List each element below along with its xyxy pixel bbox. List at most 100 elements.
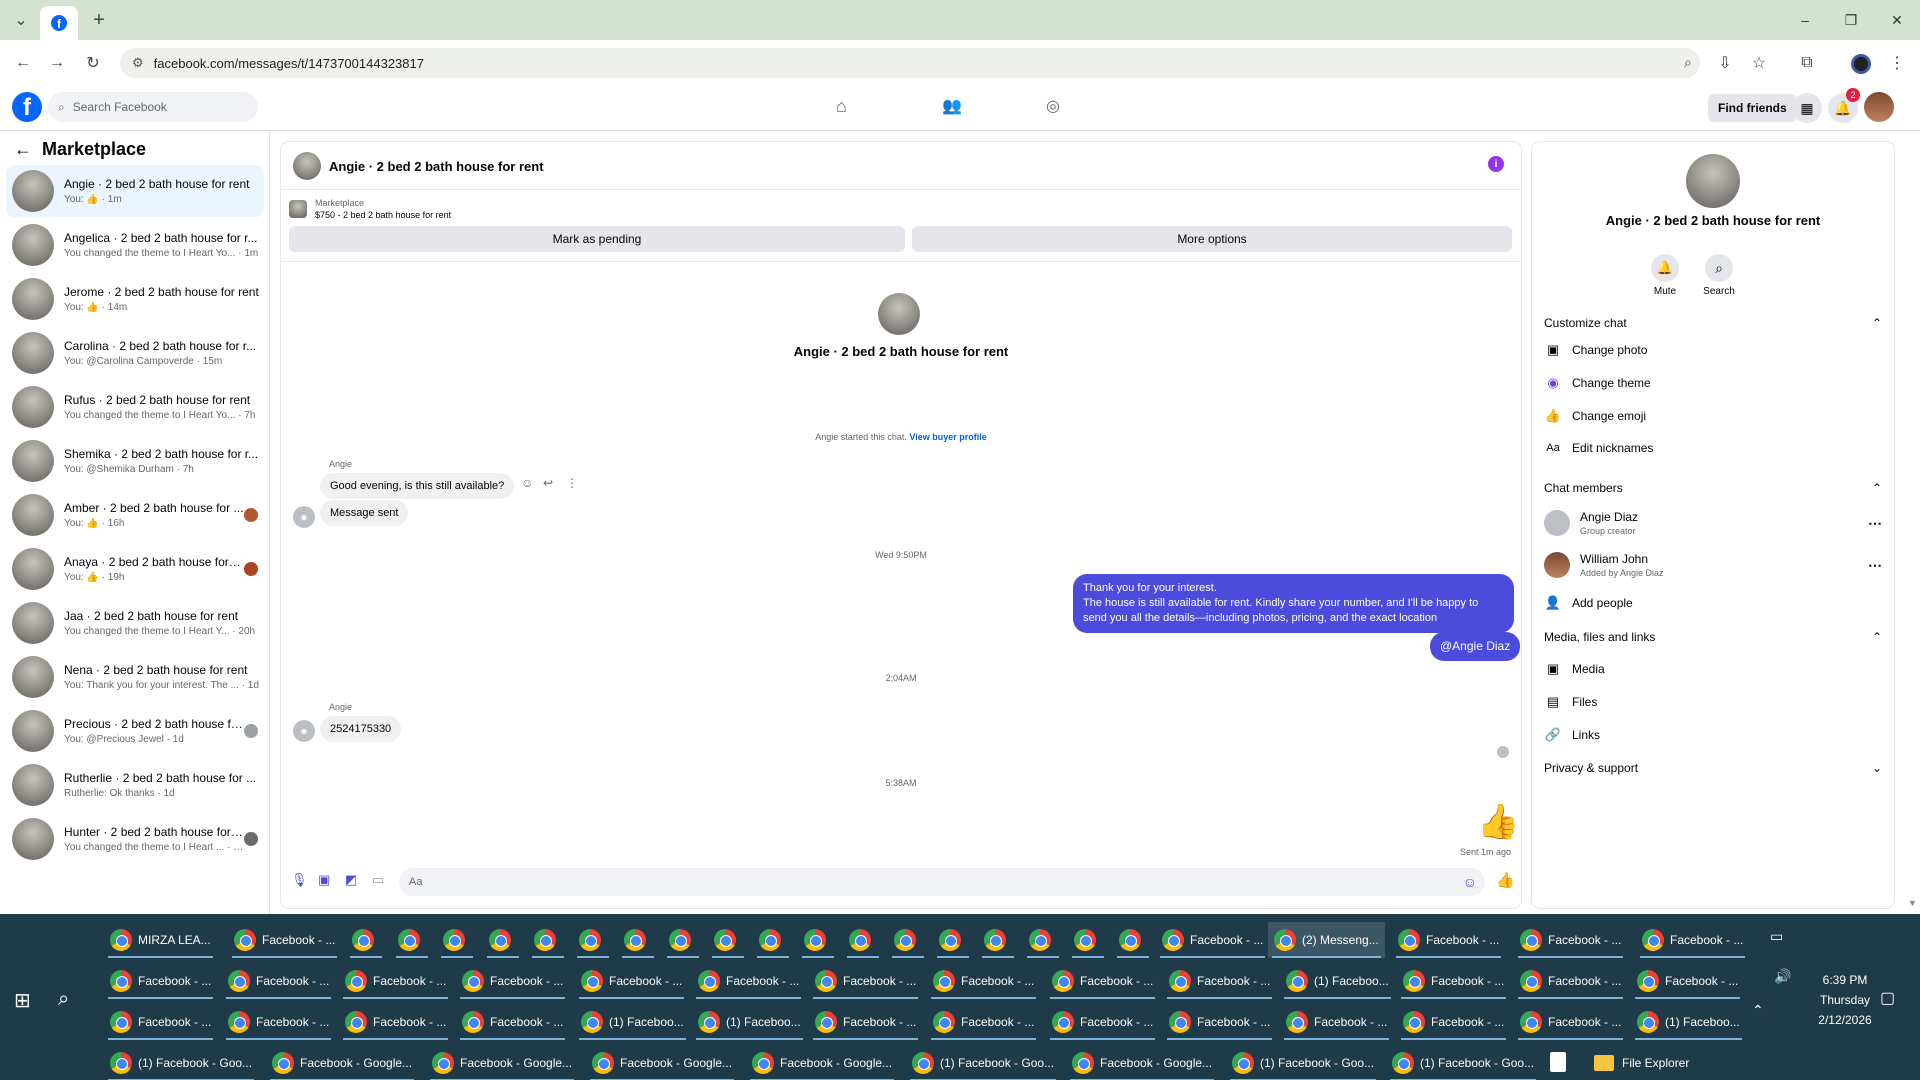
site-info-icon[interactable]: ⚙ (132, 55, 144, 71)
install-app-icon[interactable]: ⇩ (1708, 46, 1742, 80)
new-tab-icon[interactable]: + (82, 3, 116, 37)
conversation-item[interactable]: Rufus · 2 bed 2 bath house for rent You c… (6, 381, 264, 433)
sender-avatar[interactable]: ● (293, 506, 315, 528)
conversation-item[interactable]: Jerome · 2 bed 2 bath house for rent You:… (6, 273, 264, 325)
taskbar-chrome-window[interactable]: Facebook - ... (104, 1004, 217, 1040)
member-row[interactable]: William John Added by Angie Diaz ⋯ (1544, 552, 1882, 578)
media-files-section[interactable]: Media, files and links ⌃ (1544, 630, 1882, 644)
bookmark-star-icon[interactable]: ☆ (1742, 46, 1776, 80)
taskbar-chrome-window[interactable]: Facebook - ... (339, 963, 452, 999)
media-item[interactable]: ▣ Media (1544, 661, 1605, 677)
friends-icon[interactable]: 👥 (942, 96, 962, 116)
taskbar-chrome-window[interactable]: Facebook - ... (692, 963, 805, 999)
taskbar-chrome-window[interactable] (483, 922, 523, 958)
taskbar-chrome-window[interactable]: Facebook - ... (927, 963, 1040, 999)
listing-banner[interactable]: Marketplace $750 - 2 bed 2 bath house fo… (289, 198, 451, 220)
search-facebook-input[interactable]: ⌕ Search Facebook (48, 92, 258, 122)
message-bubble[interactable]: 2524175330 (320, 716, 402, 742)
taskbar-chrome-window[interactable]: Facebook - ... (1280, 1004, 1393, 1040)
taskbar-chrome-window[interactable]: Facebook - ... (1397, 1004, 1510, 1040)
home-icon[interactable]: ⌂ (836, 96, 847, 117)
chat-title[interactable]: Angie · 2 bed 2 bath house for rent (329, 159, 544, 174)
taskbar-chrome-window[interactable] (528, 922, 568, 958)
member-more-icon[interactable]: ⋯ (1868, 515, 1882, 532)
message-bubble[interactable]: Message sent (320, 500, 409, 526)
taskbar-search-icon[interactable]: ⌕ (58, 988, 69, 1011)
taskbar-chrome-window[interactable]: (2) Messeng... (1268, 922, 1385, 958)
taskbar-chrome-window[interactable]: Facebook - ... (809, 1004, 922, 1040)
taskbar-chrome-window[interactable] (618, 922, 658, 958)
taskbar-chrome-window[interactable]: Facebook - ... (1046, 1004, 1159, 1040)
groups-icon[interactable]: ◎ (1046, 96, 1060, 116)
taskbar-chrome-window[interactable] (798, 922, 838, 958)
taskbar-chrome-window[interactable]: Facebook - Google... (586, 1045, 738, 1080)
conversation-item[interactable]: Angie · 2 bed 2 bath house for rent You: … (6, 165, 264, 217)
conversation-item[interactable]: Hunter · 2 bed 2 bath house for ... You c… (6, 813, 264, 865)
profile-avatar-icon[interactable] (1851, 54, 1871, 74)
taskbar-chrome-window[interactable]: (1) Facebook - Goo... (104, 1045, 258, 1080)
taskbar-chrome-window[interactable] (573, 922, 613, 958)
taskbar-chrome-window[interactable]: Facebook - ... (228, 922, 341, 958)
taskbar-chrome-window[interactable]: Facebook - Google... (426, 1045, 578, 1080)
conversation-item[interactable]: Rutherlie · 2 bed 2 bath house for ... Ru… (6, 759, 264, 811)
chevron-up-icon[interactable]: ⌃ (1752, 1002, 1764, 1019)
taskbar-chrome-window[interactable]: Facebook - ... (1163, 963, 1276, 999)
edit-nicknames-item[interactable]: Aa Edit nicknames (1544, 441, 1653, 455)
taskbar-chrome-window[interactable]: Facebook - ... (456, 1004, 569, 1040)
taskbar-chrome-window[interactable]: (1) Faceboo... (575, 1004, 690, 1040)
conversation-item[interactable]: Carolina · 2 bed 2 bath house for r... Yo… (6, 327, 264, 379)
taskbar-chrome-window[interactable]: Facebook - ... (575, 963, 688, 999)
chat-avatar[interactable] (293, 152, 321, 180)
taskbar-chrome-window[interactable]: Facebook - ... (222, 963, 335, 999)
facebook-logo-icon[interactable]: f (12, 92, 42, 122)
large-thumbs-up-icon[interactable]: 👍 (1477, 802, 1519, 842)
emoji-icon[interactable]: ☺ (1463, 874, 1477, 890)
taskbar-chrome-window[interactable]: Facebook - ... (456, 963, 569, 999)
view-buyer-profile-link[interactable]: View buyer profile (909, 432, 986, 442)
change-emoji-item[interactable]: 👍 Change emoji (1544, 408, 1646, 424)
find-friends-button[interactable]: Find friends (1708, 94, 1797, 122)
gif-icon[interactable]: ▭ (372, 872, 399, 888)
taskbar-chrome-window[interactable] (888, 922, 928, 958)
windows-start-icon[interactable]: ⊞ (14, 988, 31, 1013)
more-actions-icon[interactable]: ⋮ (566, 476, 578, 490)
show-desktop-icon[interactable]: ▭ (1770, 928, 1783, 945)
taskbar-chrome-window[interactable]: Facebook - ... (927, 1004, 1040, 1040)
taskbar-chrome-window[interactable] (933, 922, 973, 958)
send-like-icon[interactable]: 👍 (1496, 871, 1515, 889)
taskbar-chrome-window[interactable]: Facebook - ... (1397, 963, 1510, 999)
mention-bubble[interactable]: @Angie Diaz (1430, 632, 1521, 661)
taskbar-chrome-window[interactable]: Facebook - ... (222, 1004, 335, 1040)
conversation-item[interactable]: Nena · 2 bed 2 bath house for rent You: T… (6, 651, 264, 703)
taskbar-chrome-window[interactable]: Facebook - ... (1631, 963, 1744, 999)
browser-menu-icon[interactable]: ⋮ (1880, 46, 1914, 80)
change-photo-item[interactable]: ▣ Change photo (1544, 342, 1648, 358)
restore-icon[interactable]: ❐ (1828, 0, 1874, 40)
forward-icon[interactable]: → (40, 46, 74, 80)
zoom-icon[interactable]: ⌕ (1684, 54, 1692, 71)
scroll-down-icon[interactable]: ▼ (1908, 898, 1917, 908)
taskbar-chrome-window[interactable]: (1) Faceboo... (1280, 963, 1395, 999)
chat-members-section[interactable]: Chat members ⌃ (1544, 481, 1882, 495)
info-icon[interactable]: i (1488, 156, 1504, 172)
taskbar-chrome-window[interactable]: Facebook - ... (1514, 922, 1627, 958)
taskbar-chrome-window[interactable] (1113, 922, 1153, 958)
sticker-icon[interactable]: ◩ (345, 872, 372, 888)
taskbar-chrome-window[interactable]: MIRZA LEA... (104, 922, 217, 958)
taskbar-chrome-window[interactable] (843, 922, 883, 958)
photo-icon[interactable]: ▣ (318, 872, 345, 888)
taskbar-chrome-window[interactable] (392, 922, 432, 958)
taskbar-chrome-window[interactable]: Facebook - Google... (1066, 1045, 1218, 1080)
taskbar-chrome-window[interactable]: Facebook - Google... (746, 1045, 898, 1080)
taskbar-chrome-window[interactable]: Facebook - ... (1636, 922, 1749, 958)
taskbar-chrome-window[interactable]: (1) Facebook - Goo... (1226, 1045, 1380, 1080)
taskbar-chrome-window[interactable] (753, 922, 793, 958)
taskbar-file-explorer[interactable]: File Explorer (1588, 1045, 1695, 1080)
taskbar-chrome-window[interactable] (708, 922, 748, 958)
account-avatar[interactable] (1864, 92, 1894, 122)
conversation-item[interactable]: Jaa · 2 bed 2 bath house for rent You cha… (6, 597, 264, 649)
taskbar-chrome-window[interactable] (978, 922, 1018, 958)
taskbar-chrome-window[interactable]: Facebook - Google... (266, 1045, 418, 1080)
taskbar-chrome-window[interactable] (1068, 922, 1108, 958)
sender-avatar[interactable]: ● (293, 720, 315, 742)
